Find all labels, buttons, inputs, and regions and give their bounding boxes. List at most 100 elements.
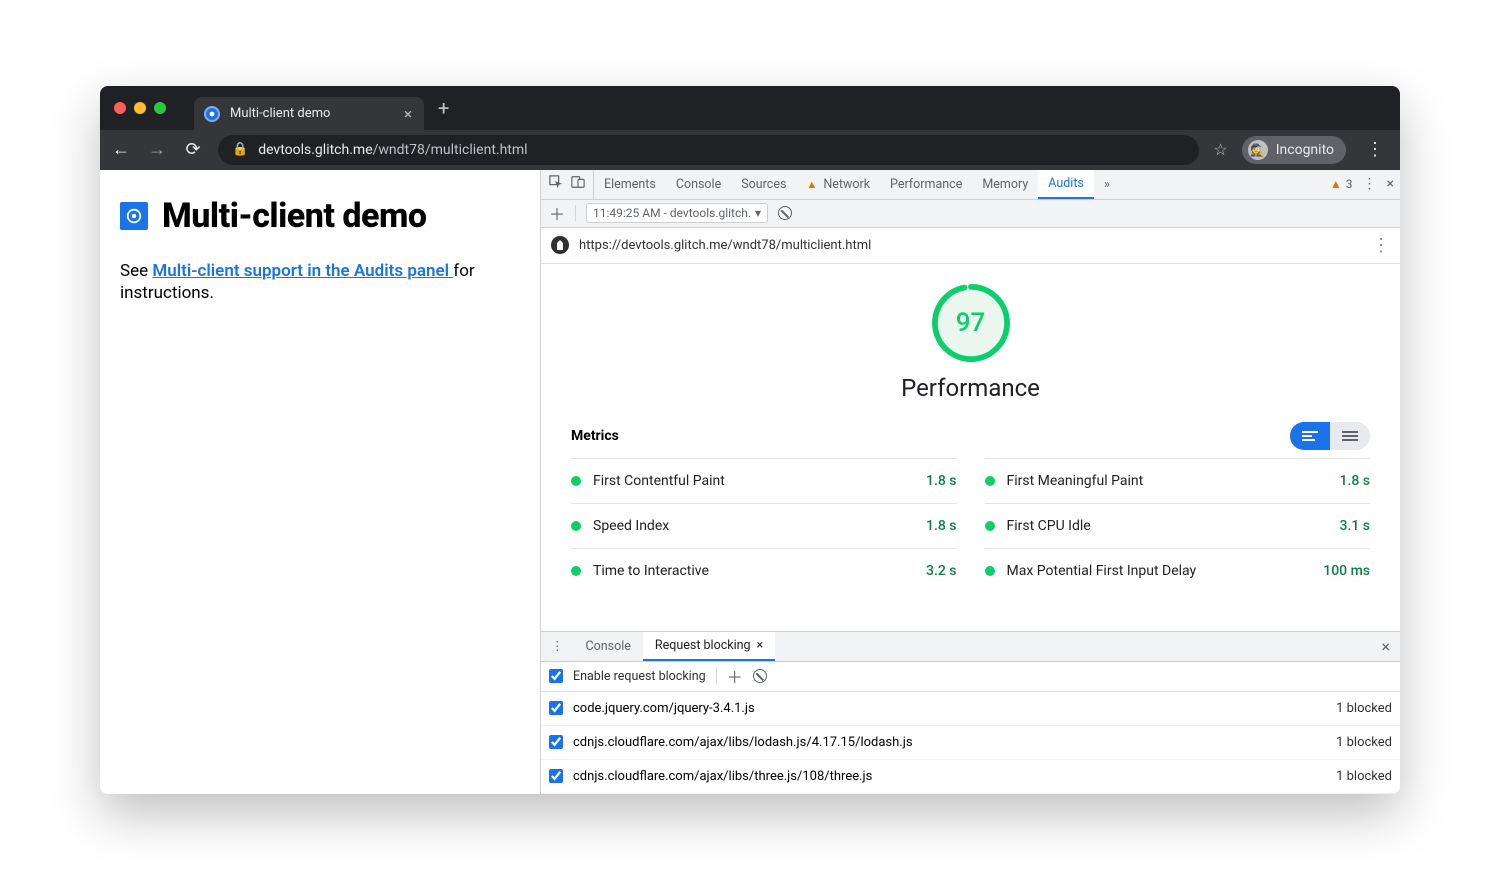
inspect-element-icon[interactable]: [549, 175, 563, 193]
performance-score: 97: [930, 282, 1012, 364]
tab-performance[interactable]: Performance: [880, 170, 972, 199]
tab-network[interactable]: ▲ Network: [796, 170, 880, 199]
blocked-pattern-row[interactable]: code.jquery.com/jquery-3.4.1.js 1 blocke…: [541, 692, 1400, 726]
tab-favicon-icon: [204, 106, 220, 122]
compact-view-icon: [1342, 431, 1358, 441]
tab-sources[interactable]: Sources: [731, 170, 796, 199]
blocked-pattern-row[interactable]: cdnjs.cloudflare.com/ajax/libs/lodash.js…: [541, 726, 1400, 760]
tab-audits[interactable]: Audits: [1038, 170, 1094, 199]
status-dot-icon: [985, 566, 995, 576]
report-url-row: https://devtools.glitch.me/wndt78/multic…: [541, 228, 1400, 264]
console-warnings-badge[interactable]: ▲ 3: [1330, 177, 1353, 191]
performance-gauge: 97 Performance: [571, 282, 1370, 402]
status-dot-icon: [985, 476, 995, 486]
pattern-count: 1 blocked: [1336, 701, 1392, 716]
drawer-menu-button[interactable]: ⋮: [541, 632, 574, 661]
content-area: Multi-client demo See Multi-client suppo…: [100, 170, 1400, 794]
enable-request-blocking-checkbox[interactable]: [549, 669, 563, 683]
performance-label: Performance: [901, 374, 1040, 402]
metric-row: Speed Index 1.8 s: [571, 503, 957, 548]
new-audit-button[interactable]: ＋: [549, 201, 565, 225]
metric-row: First CPU Idle 3.1 s: [985, 503, 1371, 548]
metric-row: Max Potential First Input Delay 100 ms: [985, 548, 1371, 593]
devtools-tabbar: Elements Console Sources ▲ Network Perfo…: [541, 170, 1400, 200]
device-toolbar-icon[interactable]: [571, 175, 585, 193]
enable-request-blocking-label: Enable request blocking: [573, 669, 706, 684]
lighthouse-report: 97 Performance Metrics: [541, 264, 1400, 631]
devtools-drawer: ⋮ Console Request blocking × × Enable re…: [541, 631, 1400, 794]
clear-patterns-icon[interactable]: [753, 669, 767, 683]
browser-toolbar: ← → ⟳ 🔒 devtools.glitch.me/wndt78/multic…: [100, 130, 1400, 170]
incognito-label: Incognito: [1276, 142, 1334, 158]
pattern-count: 1 blocked: [1336, 769, 1392, 784]
audit-run-selector[interactable]: 11:49:25 AM - devtools.glitch. ▾: [586, 203, 768, 223]
pattern-text: code.jquery.com/jquery-3.4.1.js: [573, 701, 755, 716]
pattern-checkbox[interactable]: [549, 769, 563, 783]
metric-row: First Contentful Paint 1.8 s: [571, 458, 957, 503]
page-link[interactable]: Multi-client support in the Audits panel: [152, 261, 453, 281]
incognito-icon: 🕵: [1248, 140, 1268, 160]
new-tab-button[interactable]: +: [438, 96, 449, 120]
lighthouse-icon: [551, 236, 569, 254]
audits-toolbar: ＋ 11:49:25 AM - devtools.glitch. ▾: [541, 200, 1400, 228]
window-zoom-icon[interactable]: [154, 102, 166, 114]
pattern-text: cdnjs.cloudflare.com/ajax/libs/lodash.js…: [573, 735, 913, 750]
view-compact-button[interactable]: [1330, 422, 1370, 450]
metrics-heading: Metrics: [571, 428, 619, 444]
status-dot-icon: [571, 521, 581, 531]
pattern-checkbox[interactable]: [549, 701, 563, 715]
drawer-tab-console[interactable]: Console: [574, 632, 643, 661]
incognito-badge[interactable]: 🕵 Incognito: [1242, 136, 1346, 164]
drawer-tab-request-blocking[interactable]: Request blocking ×: [643, 632, 775, 661]
address-bar[interactable]: 🔒 devtools.glitch.me/wndt78/multiclient.…: [218, 135, 1199, 165]
add-pattern-button[interactable]: ＋: [727, 664, 743, 688]
bookmark-star-icon[interactable]: ☆: [1213, 140, 1227, 159]
pattern-checkbox[interactable]: [549, 735, 563, 749]
devtools-panel: Elements Console Sources ▲ Network Perfo…: [540, 170, 1400, 794]
drawer-close-button[interactable]: ×: [1371, 632, 1400, 661]
back-button[interactable]: ←: [110, 139, 132, 160]
request-blocking-toolbar: Enable request blocking ＋: [541, 662, 1400, 692]
tab-close-icon[interactable]: ×: [402, 105, 414, 123]
metric-row: Time to Interactive 3.2 s: [571, 548, 957, 593]
metrics-view-toggle[interactable]: [1290, 422, 1370, 450]
metric-row: First Meaningful Paint 1.8 s: [985, 458, 1371, 503]
web-page: Multi-client demo See Multi-client suppo…: [100, 170, 540, 794]
pattern-text: cdnjs.cloudflare.com/ajax/libs/three.js/…: [573, 769, 872, 784]
page-paragraph: See Multi-client support in the Audits p…: [120, 260, 520, 306]
warning-triangle-icon: ▲: [1330, 177, 1342, 191]
page-logo-icon: [120, 202, 148, 230]
tabs-overflow-button[interactable]: »: [1094, 170, 1120, 199]
chrome-menu-button[interactable]: ⋮: [1360, 139, 1390, 160]
tab-memory[interactable]: Memory: [972, 170, 1038, 199]
window-close-icon[interactable]: [114, 102, 126, 114]
report-menu-button[interactable]: ⋮: [1372, 235, 1390, 256]
lock-icon: 🔒: [232, 142, 248, 157]
blocked-pattern-row[interactable]: cdnjs.cloudflare.com/ajax/libs/three.js/…: [541, 760, 1400, 794]
expanded-view-icon: [1302, 431, 1318, 441]
tab-close-icon[interactable]: ×: [757, 638, 764, 653]
status-dot-icon: [571, 566, 581, 576]
chevron-down-icon: ▾: [755, 206, 761, 220]
window-titlebar: Multi-client demo × +: [100, 86, 1400, 130]
report-url: https://devtools.glitch.me/wndt78/multic…: [579, 238, 871, 253]
tab-title: Multi-client demo: [230, 106, 330, 121]
reload-button[interactable]: ⟳: [182, 139, 204, 160]
page-title: Multi-client demo: [162, 196, 427, 236]
browser-window: Multi-client demo × + ← → ⟳ 🔒 devtools.g…: [100, 86, 1400, 794]
metrics-grid: First Contentful Paint 1.8 s First Meani…: [571, 458, 1370, 593]
status-dot-icon: [985, 521, 995, 531]
devtools-settings-button[interactable]: ⋮: [1363, 176, 1377, 192]
blocked-patterns-list: code.jquery.com/jquery-3.4.1.js 1 blocke…: [541, 692, 1400, 794]
drawer-tabbar: ⋮ Console Request blocking × ×: [541, 632, 1400, 662]
page-header: Multi-client demo: [120, 196, 520, 236]
devtools-close-button[interactable]: ×: [1387, 176, 1394, 192]
view-expanded-button[interactable]: [1290, 422, 1330, 450]
clear-audits-icon[interactable]: [778, 206, 792, 220]
tab-console[interactable]: Console: [666, 170, 731, 199]
browser-tab[interactable]: Multi-client demo ×: [194, 97, 424, 131]
forward-button[interactable]: →: [146, 139, 168, 160]
window-minimize-icon[interactable]: [134, 102, 146, 114]
warning-triangle-icon: ▲: [806, 178, 817, 191]
tab-elements[interactable]: Elements: [594, 170, 666, 199]
